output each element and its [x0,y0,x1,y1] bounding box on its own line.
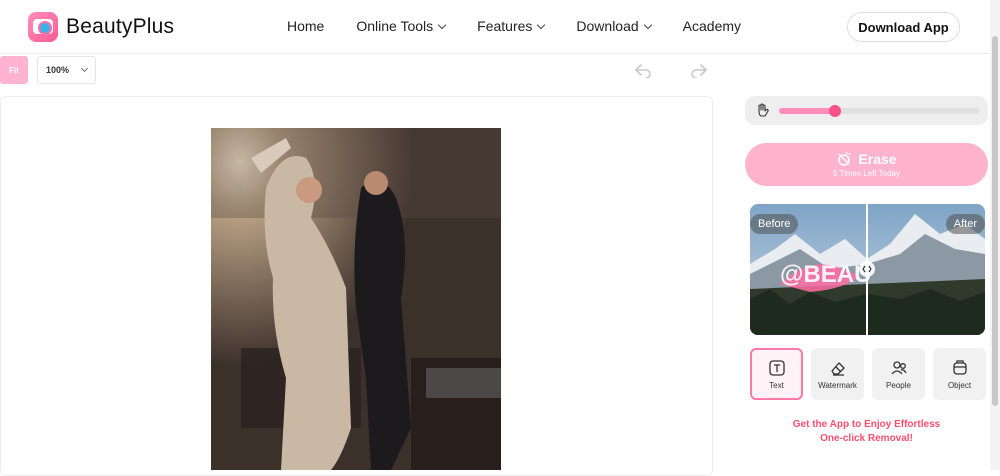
uploaded-photo[interactable] [211,128,501,470]
nav-home[interactable]: Home [287,18,324,34]
nav-online-tools[interactable]: Online Tools [356,18,447,34]
tool-text[interactable]: Text [750,348,803,400]
chevron-down-icon [437,20,447,29]
zoom-select[interactable]: 100% [37,56,96,84]
download-app-button[interactable]: Download App [847,12,960,42]
after-tag: After [945,214,985,234]
undo-icon[interactable] [634,62,652,78]
chevron-down-icon [537,20,546,29]
removal-mode-tools: Text Watermark People Object [750,348,986,400]
redo-icon[interactable] [690,62,708,78]
erase-remaining-text: 5 Times Left Today [833,169,900,178]
scrollbar-thumb[interactable] [992,36,998,406]
erase-button[interactable]: Erase 5 Times Left Today [745,143,988,186]
tool-watermark-label: Watermark [818,380,857,390]
nav-academy-label: Academy [682,18,742,34]
brush-size-slider[interactable] [745,96,988,125]
tool-people-label: People [886,380,911,390]
promo-line-2: One-click Removal! [820,433,913,444]
object-icon [952,359,967,375]
main-nav: Home Online Tools Features Download Acad… [287,18,773,34]
fit-button[interactable]: Fit [0,56,28,84]
nav-home-label: Home [287,18,325,34]
erase-label: Erase [858,151,897,167]
nav-features[interactable]: Features [477,18,546,34]
nav-online-tools-label: Online Tools [356,18,434,34]
watermark-text: @BEAU [780,261,871,288]
slider-knob[interactable] [829,105,842,117]
before-tag: Before [750,214,799,234]
chevron-down-icon [643,20,652,29]
eraser-icon [830,361,845,376]
nav-download[interactable]: Download [576,18,652,34]
tool-watermark[interactable]: Watermark [811,348,864,400]
page-scrollbar[interactable] [990,0,1000,470]
chevron-down-icon [80,64,89,73]
hand-brush-icon [758,103,769,117]
brand-name: BeautyPlus [66,15,175,38]
brand-logo[interactable]: BeautyPlus [28,12,174,42]
zoom-value: 100% [46,65,70,75]
get-app-promo-link[interactable]: Get the App to Enjoy Effortless One-clic… [745,418,988,446]
beautyplus-logo-icon [28,12,58,42]
promo-line-1: Get the App to Enjoy Effortless [792,419,941,430]
tool-object[interactable]: Object [933,348,986,400]
text-icon [768,359,785,376]
photo-image [211,128,501,470]
slider-fill [779,108,836,114]
nav-academy[interactable]: Academy [683,18,741,34]
before-after-preview: @BEAU Before After [750,204,985,335]
tool-object-label: Object [947,380,972,390]
nav-download-label: Download [576,18,639,34]
top-navigation-bar: BeautyPlus Home Online Tools Features Do… [0,0,990,54]
erase-icon [838,151,851,166]
tool-people[interactable]: People [872,348,925,400]
tool-text-label: Text [769,380,784,390]
people-icon [891,360,907,374]
nav-features-label: Features [477,18,533,34]
